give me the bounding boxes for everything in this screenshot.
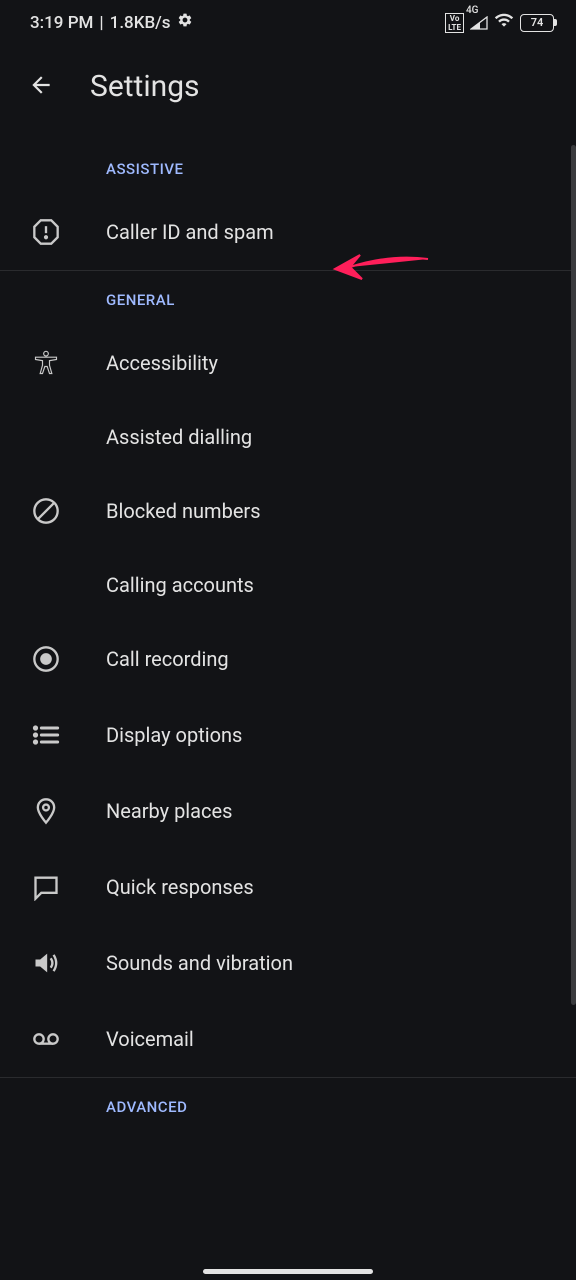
page-title: Settings [90, 69, 200, 104]
item-label: Accessibility [106, 351, 218, 375]
item-label: Quick responses [106, 875, 254, 899]
item-label: Blocked numbers [106, 499, 261, 523]
record-icon [26, 645, 66, 673]
item-calling-accounts[interactable]: Calling accounts [0, 549, 576, 621]
item-label: Display options [106, 723, 242, 747]
item-voicemail[interactable]: Voicemail [0, 1001, 576, 1077]
scrollbar[interactable] [571, 145, 576, 1005]
section-header-assistive: ASSISTIVE [0, 140, 576, 194]
chat-icon [26, 873, 66, 901]
item-accessibility[interactable]: Accessibility [0, 325, 576, 401]
item-nearby-places[interactable]: Nearby places [0, 773, 576, 849]
item-label: Assisted dialling [106, 425, 252, 449]
item-label: Nearby places [106, 799, 232, 823]
signal-icon: 4G [470, 16, 488, 30]
network-4g: 4G [466, 5, 479, 16]
voicemail-icon [26, 1025, 66, 1053]
item-quick-responses[interactable]: Quick responses [0, 849, 576, 925]
item-call-recording[interactable]: Call recording [0, 621, 576, 697]
location-icon [26, 797, 66, 825]
item-label: Sounds and vibration [106, 951, 293, 975]
list-icon [26, 721, 66, 749]
status-data-rate: 1.8KB/s [110, 13, 171, 33]
item-sounds-vibration[interactable]: Sounds and vibration [0, 925, 576, 1001]
battery-indicator: 74 [520, 14, 554, 32]
item-label: Voicemail [106, 1027, 194, 1051]
accessibility-icon [26, 349, 66, 377]
item-label: Call recording [106, 647, 229, 671]
back-arrow-icon[interactable] [28, 72, 54, 102]
app-header: Settings [0, 41, 576, 140]
sound-icon [26, 949, 66, 977]
status-time: 3:19 PM [30, 13, 93, 33]
item-blocked-numbers[interactable]: Blocked numbers [0, 473, 576, 549]
battery-level: 74 [531, 16, 544, 29]
item-label: Caller ID and spam [106, 220, 274, 244]
item-label: Calling accounts [106, 573, 254, 597]
nav-handle[interactable] [203, 1269, 373, 1274]
status-bar: 3:19 PM | 1.8KB/s Vo LTE 4G 74 [0, 0, 576, 41]
status-divider: | [99, 13, 103, 33]
section-header-general: GENERAL [0, 271, 576, 325]
item-assisted-dialling[interactable]: Assisted dialling [0, 401, 576, 473]
item-caller-id-spam[interactable]: Caller ID and spam [0, 194, 576, 270]
wifi-icon [494, 10, 514, 35]
spam-icon [26, 218, 66, 246]
status-left: 3:19 PM | 1.8KB/s [30, 12, 193, 33]
block-icon [26, 497, 66, 525]
gear-icon [177, 12, 193, 33]
volte-badge: Vo LTE [445, 13, 464, 33]
item-display-options[interactable]: Display options [0, 697, 576, 773]
section-header-advanced: ADVANCED [0, 1078, 576, 1132]
status-right: Vo LTE 4G 74 [445, 10, 554, 35]
